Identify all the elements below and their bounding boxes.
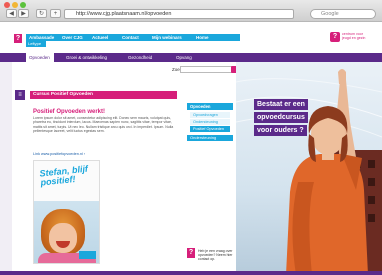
topnav-over-cjg[interactable]: Over CJG bbox=[62, 34, 83, 41]
hero-headline-2: opvoedcursus bbox=[254, 112, 308, 123]
article-title: Positief Opvoeden werkt! bbox=[33, 109, 106, 115]
cjg-logo-icon: ? bbox=[330, 32, 340, 42]
maximize-window-button[interactable] bbox=[20, 2, 26, 8]
campaign-image[interactable]: Stefan, blijf positief! bbox=[33, 160, 100, 264]
address-bar[interactable]: http://www.cjg.plaatsnaam.nl/opvoeden bbox=[64, 9, 294, 19]
back-button[interactable]: ◀ bbox=[6, 9, 17, 18]
tab-opvang[interactable]: Opvang bbox=[176, 53, 192, 62]
url-text: http://www.cjg.plaatsnaam.nl/opvoeden bbox=[76, 11, 172, 17]
search-placeholder: Google bbox=[321, 11, 339, 17]
add-bookmark-button[interactable]: + bbox=[50, 9, 61, 18]
woman-photo bbox=[286, 69, 368, 275]
topnav-actueel[interactable]: Actueel bbox=[92, 34, 108, 41]
sidenav-item-ondersteuning[interactable]: Ondersteuning bbox=[190, 119, 230, 125]
sidenav-item-positief-opvoeden[interactable]: Positief Opvoeden bbox=[190, 126, 230, 132]
child-photo bbox=[34, 201, 99, 263]
topnav-mijn-webinars[interactable]: Mijn webinars bbox=[152, 34, 182, 41]
footer-bar bbox=[0, 271, 382, 275]
minimize-window-button[interactable] bbox=[12, 2, 18, 8]
browser-toolbar: ◀ ▶ ↻ + http://www.cjg.plaatsnaam.nl/opv… bbox=[0, 0, 382, 22]
forward-button[interactable]: ▶ bbox=[18, 9, 29, 18]
hero-banner: Bestaat er een opvoedcursus voor ouders … bbox=[236, 62, 382, 275]
brand-text: centrum voor jeugd en gezin bbox=[342, 32, 366, 40]
main-navigation: Opvoeden Groei & ontwikkeling Gezondheid… bbox=[0, 53, 382, 62]
postcard-badge bbox=[79, 251, 96, 259]
article-body: Lorem ipsum dolor sit amet, consectetur … bbox=[33, 116, 174, 134]
tab-opvoeden[interactable]: Opvoeden bbox=[26, 53, 54, 62]
top-navigation: Ambassade Over CJG Actueel Contact Mijn … bbox=[26, 34, 240, 41]
topnav-contact[interactable]: Contact bbox=[122, 34, 139, 41]
left-strip bbox=[0, 62, 12, 275]
help-text[interactable]: Heb je een vraag over opvoeden? Neem hie… bbox=[198, 249, 236, 261]
tab-groei-ontwikkeling[interactable]: Groei & ontwikkeling bbox=[66, 53, 107, 62]
hero-headline-1: Bestaat er een bbox=[254, 99, 308, 110]
site-logo[interactable]: ? bbox=[14, 34, 22, 43]
sidenav-heading[interactable]: Opvoeden bbox=[187, 103, 233, 110]
site-search-input[interactable] bbox=[180, 66, 232, 73]
postcard-text: Stefan, blijf positief! bbox=[39, 163, 89, 188]
topnav-home[interactable]: Home bbox=[196, 34, 209, 41]
reload-button[interactable]: ↻ bbox=[36, 9, 47, 18]
hero-headline-3: voor ouders ? bbox=[254, 125, 307, 136]
section-logo-icon: ≡ bbox=[15, 90, 25, 100]
external-link[interactable]: Link www.positiefopvoeden.nl › bbox=[33, 152, 85, 156]
help-icon[interactable]: ? bbox=[187, 248, 195, 258]
header-subtab[interactable]: Leftype bbox=[26, 41, 46, 47]
side-navigation: Opvoeden Opvoedvragen Ondersteuning Posi… bbox=[187, 103, 233, 141]
close-window-button[interactable] bbox=[4, 2, 10, 8]
browser-search-input[interactable]: Google bbox=[310, 9, 376, 19]
section-title-bar: Cursus Positief Opvoeden bbox=[30, 91, 177, 99]
tab-gezondheid[interactable]: Gezondheid bbox=[128, 53, 152, 62]
sidenav-footer[interactable]: Ondersteuning bbox=[187, 135, 233, 141]
sidenav-item-opvoedvragen[interactable]: Opvoedvragen bbox=[190, 112, 230, 118]
topnav-ambassade[interactable]: Ambassade bbox=[29, 34, 54, 41]
child-face bbox=[49, 223, 77, 253]
